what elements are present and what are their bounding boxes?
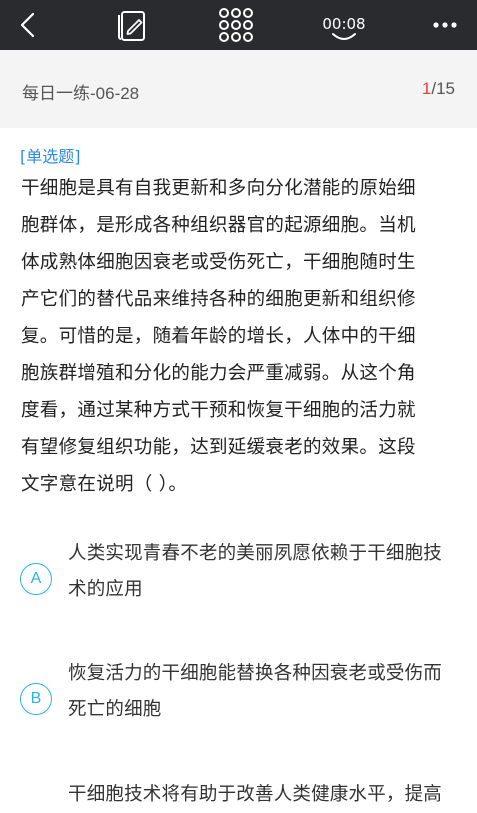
top-toolbar: 00:08 xyxy=(0,0,477,50)
option-line: 恢复活力的干细胞能替换各种因衰老或受伤而 xyxy=(68,663,443,684)
more-button[interactable] xyxy=(424,0,466,50)
option-a-letter: A xyxy=(20,563,52,595)
option-b-text: 恢复活力的干细胞能替换各种因衰老或受伤而 死亡的细胞 xyxy=(68,656,468,728)
question-line: 度看，通过某种方式干预和恢复干细胞的活力就 xyxy=(21,400,416,421)
notes-button[interactable] xyxy=(112,0,152,50)
question-line: 有望修复组织功能，达到延缓衰老的效果。这段 xyxy=(21,437,416,458)
option-a-text: 人类实现青春不老的美丽夙愿依赖于干细胞技 术的应用 xyxy=(68,536,468,608)
edit-note-icon xyxy=(118,11,145,41)
question-line: 文字意在说明（ ）。 xyxy=(21,474,188,495)
question-line: 干细胞是具有自我更新和多向分化潜能的原始细 xyxy=(21,178,416,199)
back-button[interactable] xyxy=(8,0,48,50)
option-line: 死亡的细胞 xyxy=(68,699,162,720)
practice-title: 每日一练-06-28 xyxy=(22,84,140,103)
option-c-text: 干细胞技术将有助于改善人类健康水平，提高 xyxy=(68,777,468,813)
option-line: 干细胞技术将有助于改善人类健康水平，提高 xyxy=(68,784,443,805)
more-horizontal-icon xyxy=(433,22,457,28)
question-line: 胞群体，是形成各种组织器官的起源细胞。当机 xyxy=(21,215,416,236)
option-line: 人类实现青春不老的美丽夙愿依赖于干细胞技 xyxy=(68,543,443,564)
progress-total: /15 xyxy=(431,79,455,98)
question-progress: 1/15 xyxy=(422,79,455,99)
answer-sheet-button[interactable] xyxy=(215,0,257,50)
practice-header: 每日一练-06-28 1/15 xyxy=(0,50,477,128)
timer[interactable]: 00:08 xyxy=(310,0,378,50)
question-line: 产它们的替代品来维持各种的细胞更新和组织修 xyxy=(21,289,416,310)
question-line: 胞族群增殖和分化的能力会严重减弱。从这个角 xyxy=(21,363,416,384)
option-line: 术的应用 xyxy=(68,579,143,600)
answer-sheet-grid-icon xyxy=(219,8,253,42)
back-arrow-icon xyxy=(20,12,35,38)
question-line: 体成熟体细胞因衰老或受伤死亡，干细胞随时生 xyxy=(21,252,416,273)
question-line: 复。可惜的是，随着年龄的增长，人体中的干细 xyxy=(21,326,416,347)
progress-current: 1 xyxy=(421,79,432,98)
chevron-down-icon xyxy=(332,33,356,40)
question-type: [单选题] xyxy=(20,147,81,166)
question-stem: 干细胞是具有自我更新和多向分化潜能的原始细 胞群体，是形成各种组织器官的起源细胞… xyxy=(21,170,461,503)
option-b-letter: B xyxy=(20,683,52,715)
